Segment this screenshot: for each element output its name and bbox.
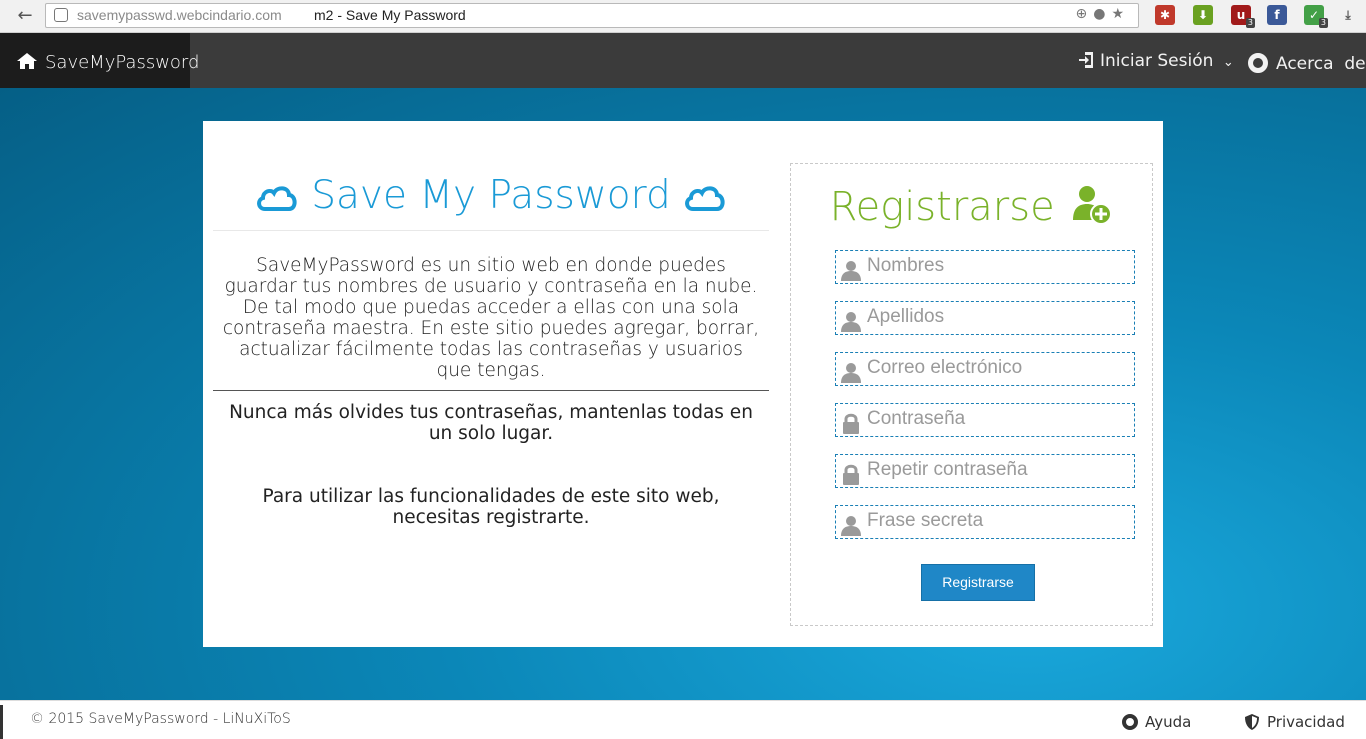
lightbulb-icon[interactable]: ● xyxy=(1093,6,1111,22)
chevron-down-icon: ⌄ xyxy=(1222,55,1234,70)
reader-icon[interactable]: ⊕ xyxy=(1075,6,1093,22)
footer: © 2015 SaveMyPassword - LiNuXiToS Ayuda … xyxy=(0,700,1366,739)
register-field-apellidos[interactable]: Apellidos xyxy=(835,301,1135,335)
privacy-label: Privacidad xyxy=(1267,713,1345,731)
address-bar-actions: ⊕●★ xyxy=(1075,6,1130,22)
field-placeholder: Apellidos xyxy=(867,306,945,327)
navbar: SaveMyPassword Iniciar Sesión ⌄ Acerca d… xyxy=(0,33,1366,88)
divider xyxy=(213,390,769,391)
page-title: Save My Password xyxy=(213,166,769,226)
field-placeholder: Repetir contraseña xyxy=(867,459,1028,480)
register-field-frase-secreta[interactable]: Frase secreta xyxy=(835,505,1135,539)
bug-extension-icon[interactable]: ✱ xyxy=(1155,5,1175,25)
intro-section: Save My Password SaveMyPassword es un si… xyxy=(213,166,769,528)
field-placeholder: Frase secreta xyxy=(867,510,984,531)
user-icon xyxy=(840,361,862,383)
title-text: Save My Password xyxy=(311,173,671,218)
content-card: Save My Password SaveMyPassword es un si… xyxy=(203,121,1163,647)
cloud-icon xyxy=(685,185,725,211)
site-description: SaveMyPassword es un sitio web en donde … xyxy=(222,255,760,381)
user-icon xyxy=(840,310,862,332)
login-dropdown[interactable]: Iniciar Sesión ⌄ xyxy=(1078,51,1234,71)
register-title-text: Registrarse xyxy=(829,184,1055,230)
register-field-repetir-contrase-a[interactable]: Repetir contraseña xyxy=(835,454,1135,488)
home-icon xyxy=(17,53,37,69)
lock-icon xyxy=(840,412,862,434)
sign-in-icon xyxy=(1079,52,1093,68)
brand-link[interactable]: SaveMyPassword xyxy=(0,33,199,88)
address-bar[interactable]: savemypasswd.webcindario.com m2 - Save M… xyxy=(45,3,1139,28)
register-field-nombres[interactable]: Nombres xyxy=(835,250,1135,284)
field-placeholder: Nombres xyxy=(867,255,945,276)
tagline: Nunca más olvides tus contraseñas, mante… xyxy=(229,402,753,444)
lifebuoy-icon xyxy=(1122,714,1138,730)
browser-toolbar: ← savemypasswd.webcindario.com m2 - Save… xyxy=(0,0,1366,33)
download-extension-icon[interactable]: ⬇ xyxy=(1193,5,1213,25)
add-user-icon xyxy=(1073,186,1113,225)
about-label: Acerca de xyxy=(1276,54,1366,74)
register-form: Registrarse Nombres Apellidos Correo elect… xyxy=(790,163,1153,626)
register-note: Para utilizar las funcionalidades de est… xyxy=(262,486,720,528)
shield-extension-icon[interactable]: ✓ 3 xyxy=(1304,5,1328,28)
back-arrow-icon[interactable]: ← xyxy=(14,6,36,26)
user-icon xyxy=(840,259,862,281)
shield-icon xyxy=(1245,714,1259,730)
field-placeholder: Correo electrónico xyxy=(867,357,1023,378)
field-placeholder: Contraseña xyxy=(867,408,966,429)
lifebuoy-icon xyxy=(1248,53,1268,73)
divider xyxy=(213,230,769,231)
cloud-icon xyxy=(257,185,297,211)
copyright: © 2015 SaveMyPassword - LiNuXiToS xyxy=(30,711,291,727)
user-icon xyxy=(840,514,862,536)
register-field-contrase-a[interactable]: Contraseña xyxy=(835,403,1135,437)
register-field-correo-electr-nico[interactable]: Correo electrónico xyxy=(835,352,1135,386)
facebook-extension-icon[interactable]: f xyxy=(1267,5,1287,25)
extension-badge: 3 xyxy=(1245,18,1255,28)
ublock-extension-icon[interactable]: u3 xyxy=(1231,5,1255,28)
extension-badge: 3 xyxy=(1318,18,1328,28)
login-label: Iniciar Sesión xyxy=(1100,51,1214,71)
privacy-link[interactable]: Privacidad xyxy=(1245,713,1345,731)
page-icon xyxy=(54,8,68,22)
url-domain: savemypasswd.webcindario.com xyxy=(77,7,282,23)
brand-name: SaveMyPassword xyxy=(45,52,200,73)
about-link[interactable]: Acerca de xyxy=(1248,53,1366,74)
register-title: Registrarse xyxy=(791,184,1152,230)
bookmark-star-icon[interactable]: ★ xyxy=(1111,6,1130,22)
footer-edge xyxy=(0,705,3,739)
register-button[interactable]: Registrarse xyxy=(921,564,1035,601)
help-link[interactable]: Ayuda xyxy=(1122,713,1191,731)
lock-icon xyxy=(840,463,862,485)
help-label: Ayuda xyxy=(1145,713,1192,731)
downloads-icon[interactable]: ⤓ xyxy=(1338,5,1358,25)
url-page-title: m2 - Save My Password xyxy=(314,7,466,23)
